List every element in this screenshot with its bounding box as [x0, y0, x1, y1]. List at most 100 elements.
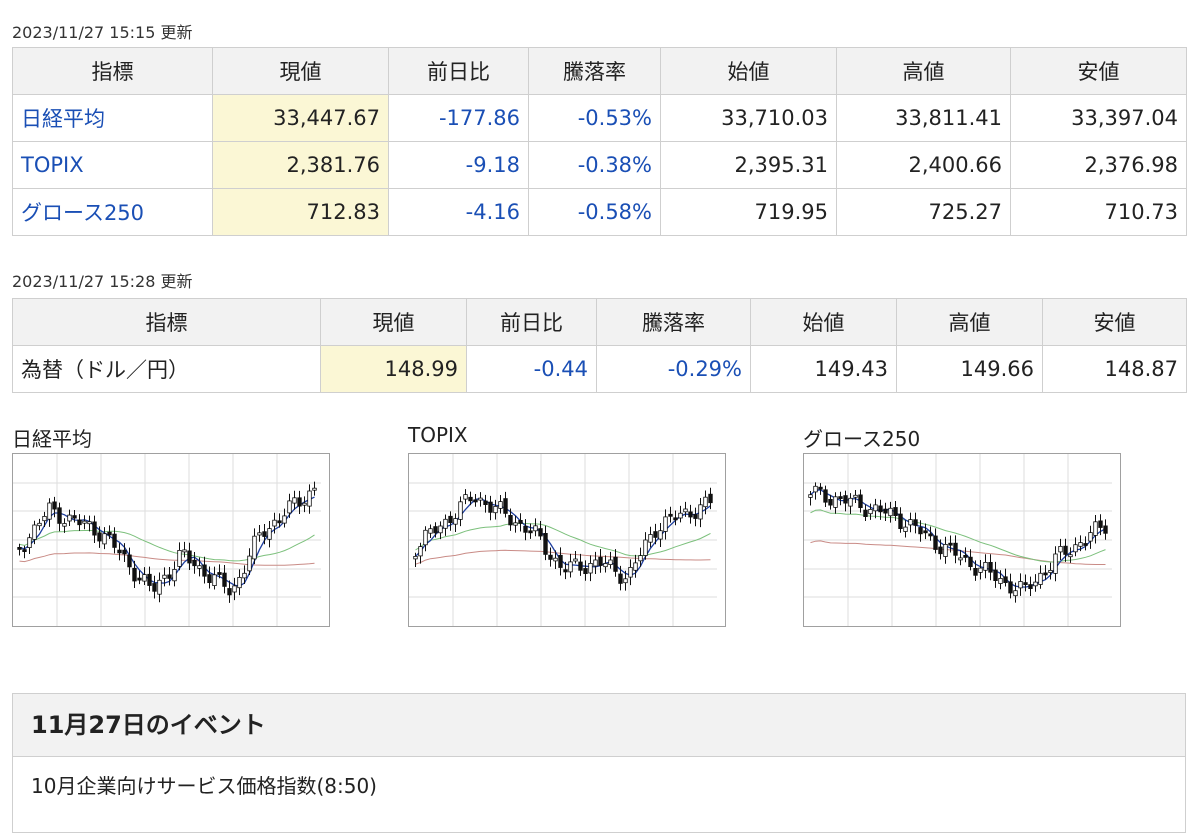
low-value: 710.73 [1010, 188, 1187, 236]
index-link-nikkei[interactable]: 日経平均 [21, 107, 105, 131]
candle-body [428, 528, 433, 534]
candle-body [1028, 584, 1033, 590]
candle-body [37, 522, 42, 527]
open-value: 149.43 [750, 345, 897, 393]
candle-body [282, 515, 287, 524]
candle-body [458, 501, 463, 520]
candle-body [127, 554, 132, 568]
candle-body [247, 555, 252, 572]
candle-body [598, 556, 603, 566]
candle-body [197, 565, 202, 569]
candle-body [1063, 545, 1068, 555]
candle-body [287, 500, 292, 514]
candle-body [1083, 543, 1088, 546]
candle-body [102, 533, 107, 545]
candle-body [77, 519, 82, 526]
candle-body [418, 546, 423, 557]
candle-body [828, 499, 833, 506]
candle-body [618, 573, 623, 584]
candle-body [643, 539, 648, 556]
candle-body [72, 515, 77, 519]
candle-body [853, 494, 858, 498]
chart-growth250[interactable] [803, 453, 1121, 627]
candle-body [202, 564, 207, 577]
candle-body [172, 569, 177, 582]
candle-body [1103, 525, 1108, 534]
candle-body [503, 498, 508, 514]
candle-body [963, 555, 968, 558]
change-value: -177.86 [388, 94, 529, 142]
chart-nikkei[interactable] [12, 453, 330, 627]
candle-body [1078, 542, 1083, 547]
candle-body [648, 534, 653, 543]
index-link-growth250[interactable]: グロース250 [21, 201, 144, 225]
candle-body [528, 530, 533, 534]
candle-body [873, 504, 878, 512]
candle-body [112, 533, 117, 548]
candle-body [543, 533, 548, 555]
header-change: 前日比 [388, 47, 529, 95]
candle-body [423, 529, 428, 546]
candle-body [818, 486, 823, 490]
candle-body [613, 556, 618, 572]
candle-body [638, 555, 643, 562]
candle-body [558, 554, 563, 568]
candle-body [242, 572, 247, 579]
candle-body [1013, 590, 1018, 597]
candle-body [1038, 572, 1043, 585]
candle-body [698, 504, 703, 520]
chart-topix[interactable] [408, 453, 726, 627]
candle-body [553, 557, 558, 562]
candle-body [1008, 581, 1013, 594]
candle-body [47, 502, 52, 520]
candle-body [413, 556, 418, 560]
candle-body [518, 520, 523, 524]
candle-body [588, 563, 593, 574]
candle-body [448, 515, 453, 523]
candle-body [508, 515, 513, 526]
header-index: 指標 [12, 298, 321, 346]
candle-body [307, 490, 312, 507]
candle-body [703, 496, 708, 508]
header-low: 安値 [1042, 298, 1187, 346]
event-item: 10月企業向けサービス価格指数(8:50) [31, 774, 377, 798]
mini-chart-svg [409, 454, 717, 626]
candle-body [1003, 576, 1008, 584]
candle-body [583, 568, 588, 574]
chart-title-topix: TOPIX [408, 423, 468, 447]
rate-value: -0.58% [528, 188, 661, 236]
candle-body [277, 520, 282, 524]
candle-body [438, 525, 443, 534]
candle-body [928, 533, 933, 537]
candle-body [1053, 553, 1058, 574]
candle-body [593, 559, 598, 567]
candle-body [1048, 570, 1053, 574]
candle-body [483, 500, 488, 505]
candle-body [262, 531, 267, 537]
candle-body [673, 517, 678, 521]
index-link-topix[interactable]: TOPIX [21, 153, 84, 177]
table-row: 日経平均 33,447.67 -177.86 -0.53% 33,710.03 … [12, 94, 1187, 142]
mini-chart-svg [804, 454, 1112, 626]
change-value: -9.18 [388, 141, 529, 189]
candle-body [658, 530, 663, 540]
candle-body [17, 547, 22, 550]
high-value: 2,400.66 [836, 141, 1011, 189]
candle-body [848, 497, 853, 507]
candle-body [62, 523, 67, 527]
candle-body [978, 567, 983, 573]
candle-body [888, 507, 893, 517]
candle-body [808, 494, 813, 498]
index-table-header: 指標 現値 前日比 騰落率 始値 高値 安値 [12, 47, 1187, 95]
candle-body [157, 579, 162, 595]
candle-body [933, 535, 938, 550]
header-index: 指標 [12, 47, 213, 95]
candle-body [42, 516, 47, 522]
high-value: 149.66 [896, 345, 1043, 393]
candle-body [217, 572, 222, 575]
candle-body [292, 497, 297, 504]
candle-body [548, 554, 553, 560]
candle-body [92, 521, 97, 536]
candle-body [1058, 546, 1063, 553]
candle-body [653, 531, 658, 538]
